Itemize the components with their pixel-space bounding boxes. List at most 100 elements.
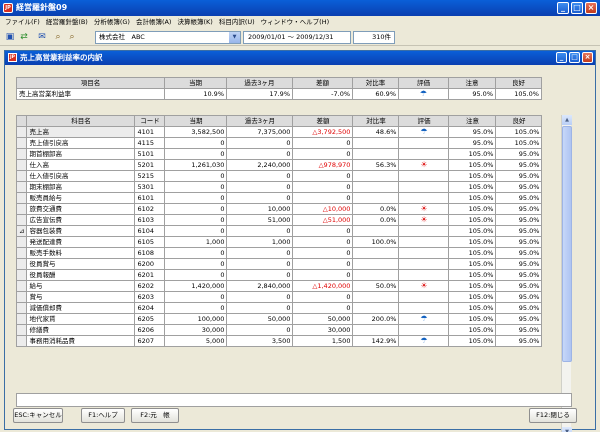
col-code: コード <box>134 115 166 127</box>
menu-breakdown[interactable]: 科目内訳(U) <box>216 16 258 28</box>
cell-current: 1,000 <box>164 236 228 248</box>
menu-window-help[interactable]: ウィンドウ・ヘルプ(H) <box>258 16 332 28</box>
table-row[interactable]: 売上値引戻高 4115 0 0 0 95.0% 105.0% <box>16 137 543 149</box>
cell-code: 6206 <box>134 324 166 336</box>
cell-diff: 0 <box>292 225 354 237</box>
window-title: 売上高営業利益率の内訳 <box>20 53 103 62</box>
cell-eval <box>398 236 450 248</box>
cell-mark <box>16 137 28 149</box>
cell-good: 95.0% <box>495 313 543 325</box>
col-diff: 差額 <box>292 115 354 127</box>
chevron-down-icon[interactable]: ▼ <box>229 32 240 43</box>
table-row[interactable]: 修繕費 6206 30,000 0 30,000 105.0% 95.0% <box>16 324 543 336</box>
child-close-button[interactable]: × <box>582 52 593 63</box>
vertical-scrollbar[interactable]: ▲ ▼ <box>561 115 572 432</box>
cell-caution: 105.0% <box>448 159 497 171</box>
search-icon[interactable]: ⌕ <box>52 31 64 43</box>
cell-past3: 7,375,000 <box>226 126 294 138</box>
cell-eval: ☀ <box>398 203 450 215</box>
cell-caution: 105.0% <box>448 335 497 347</box>
cell-caution: 95.0% <box>448 126 497 138</box>
cell-past3: 3,500 <box>226 335 294 347</box>
cell-mark <box>16 269 28 281</box>
cell-diff: 0 <box>292 148 354 160</box>
table-row[interactable]: ⊿ 容器包装費 6104 0 0 0 105.0% 95.0% <box>16 225 543 237</box>
menu-analysis[interactable]: 分析帳簿(G) <box>91 16 133 28</box>
child-maximize-button[interactable]: □ <box>569 52 580 63</box>
col-ratio: 対比率 <box>352 115 400 127</box>
menu-accounting[interactable]: 会計帳簿(A) <box>133 16 175 28</box>
table-row[interactable]: 給与 6202 1,420,000 2,840,000 △1,420,000 50.0% ☀… <box>16 280 543 292</box>
cell-past3: 51,000 <box>226 214 294 226</box>
search-next-icon[interactable]: ⌕ <box>66 31 78 43</box>
cell-current: 100,000 <box>164 313 228 325</box>
cell-eval <box>398 302 450 314</box>
cell-current: 0 <box>164 148 228 160</box>
col-mark <box>16 115 28 127</box>
minimize-button[interactable]: _ <box>557 2 569 14</box>
menu-settlement[interactable]: 決算帳簿(K) <box>174 16 215 28</box>
table-row[interactable]: 売上高 4101 3,582,500 7,375,000 △3,792,500 48.6%… <box>16 126 543 138</box>
save-icon[interactable]: ▣ <box>4 31 16 43</box>
table-row[interactable]: 発送配達費 6105 1,000 1,000 0 100.0% 105.0% 95.0% <box>16 236 543 248</box>
table-row[interactable]: 販売員給与 6101 0 0 0 105.0% 95.0% <box>16 192 543 204</box>
cell-past3: 0 <box>226 302 294 314</box>
cell-ratio <box>352 181 400 193</box>
sun-icon: ☀ <box>420 281 428 291</box>
summary-caution: 95.0% <box>448 88 496 100</box>
summary-row[interactable]: 売上高営業利益率 10.9% 17.9% -7.0% 60.9% ☂ 95.0%… <box>16 88 542 100</box>
table-row[interactable]: 減価償却費 6204 0 0 0 105.0% 95.0% <box>16 302 543 314</box>
cell-current: 0 <box>164 247 228 259</box>
close-button[interactable]: × <box>585 2 597 14</box>
cell-mark <box>16 302 28 314</box>
ledger-button[interactable]: F2:元 帳 <box>131 408 179 423</box>
cell-past3: 0 <box>226 324 294 336</box>
scroll-up-icon[interactable]: ▲ <box>562 115 572 125</box>
cell-account-name: 期末棚卸高 <box>26 181 136 193</box>
close-window-button[interactable]: F12:閉じる <box>529 408 577 423</box>
sun-icon: ☀ <box>420 160 428 170</box>
company-select[interactable]: 株式会社 ABC ▼ <box>95 31 241 44</box>
title-bar: JP 経営羅針盤09 _ □ × <box>0 0 600 16</box>
table-row[interactable]: 役員賞与 6200 0 0 0 105.0% 95.0% <box>16 258 543 270</box>
scroll-thumb[interactable] <box>562 126 572 362</box>
cell-diff: △3,792,500 <box>292 126 354 138</box>
table-row[interactable]: 広告宣伝費 6103 0 51,000 △51,000 0.0% ☀ 105.0% 95.0% <box>16 214 543 226</box>
umbrella-icon: ☂ <box>420 336 428 346</box>
col-good: 良好 <box>495 77 542 89</box>
menu-file[interactable]: ファイル(F) <box>2 16 43 28</box>
maximize-button[interactable]: □ <box>571 2 583 14</box>
cell-code: 6105 <box>134 236 166 248</box>
table-row[interactable]: 賞与 6203 0 0 0 105.0% 95.0% <box>16 291 543 303</box>
table-row[interactable]: 仕入値引戻高 5215 0 0 0 105.0% 95.0% <box>16 170 543 182</box>
scroll-down-icon[interactable]: ▼ <box>562 427 572 432</box>
table-row[interactable]: 事務用消耗品費 6207 5,000 3,500 1,500 142.9% ☂ 105.0% 9… <box>16 335 543 347</box>
table-row[interactable]: 販売手数料 6108 0 0 0 105.0% 95.0% <box>16 247 543 259</box>
cell-mark <box>16 258 28 270</box>
cell-diff: 1,500 <box>292 335 354 347</box>
cell-current: 0 <box>164 192 228 204</box>
cancel-button[interactable]: ESC:キャンセル <box>13 408 63 423</box>
cell-good: 105.0% <box>495 126 543 138</box>
table-row[interactable]: 旅費交通費 6102 0 10,000 △10,000 0.0% ☀ 105.0% 95.0% <box>16 203 543 215</box>
child-minimize-button[interactable]: _ <box>556 52 567 63</box>
cell-current: 0 <box>164 203 228 215</box>
cell-code: 5301 <box>134 181 166 193</box>
detail-grid: 科目名 コード 当期 過去3ヶ月 差額 対比率 評価 注意 良好 売上高 4101… <box>16 115 572 432</box>
table-row[interactable]: 期末棚卸高 5301 0 0 0 105.0% 95.0% <box>16 181 543 193</box>
cell-eval: ☂ <box>398 313 450 325</box>
cell-ratio: 100.0% <box>352 236 400 248</box>
help-button[interactable]: F1:ヘルプ <box>81 408 125 423</box>
refresh-icon[interactable]: ⇄ <box>18 31 30 43</box>
mail-icon[interactable]: ✉ <box>36 31 48 43</box>
cell-good: 95.0% <box>495 159 543 171</box>
table-row[interactable]: 役員報酬 6201 0 0 0 105.0% 95.0% <box>16 269 543 281</box>
cell-account-name: 売上高 <box>26 126 136 138</box>
menu-compass[interactable]: 経営羅針盤(B) <box>43 16 91 28</box>
cell-current: 0 <box>164 181 228 193</box>
cell-diff: 0 <box>292 181 354 193</box>
table-row[interactable]: 地代家賃 6205 100,000 50,000 50,000 200.0% ☂ 105.0%… <box>16 313 543 325</box>
period-field[interactable]: 2009/01/01 〜 2009/12/31 <box>243 31 351 44</box>
table-row[interactable]: 期首棚卸高 5101 0 0 0 105.0% 95.0% <box>16 148 543 160</box>
table-row[interactable]: 仕入高 5201 1,261,030 2,240,000 △978,970 56.3% ☀ 1… <box>16 159 543 171</box>
